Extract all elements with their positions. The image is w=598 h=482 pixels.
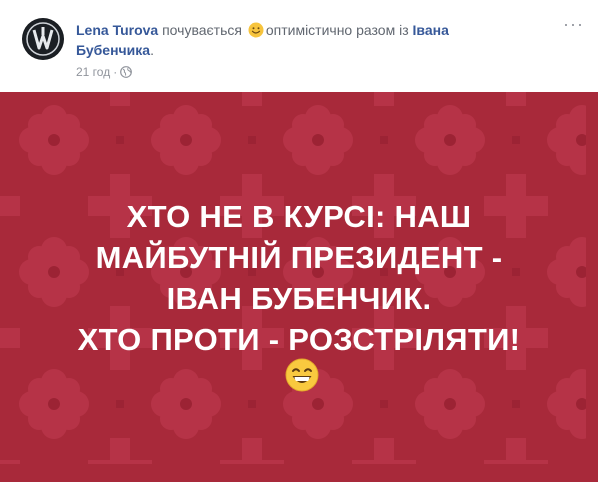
post-timestamp[interactable]: 21 год bbox=[76, 65, 110, 79]
post-options-button[interactable]: ··· bbox=[563, 15, 583, 36]
post-meta-line: Lena Turova почувається оптимістично раз… bbox=[76, 20, 546, 60]
more-options-icon: ··· bbox=[563, 14, 584, 34]
facebook-post: Lena Turova почувається оптимістично раз… bbox=[0, 0, 598, 482]
image-caption-text: ХТО НЕ В КУРСІ: НАШ МАЙБУТНІЙ ПРЕЗИДЕНТ … bbox=[0, 196, 598, 360]
tagged-person-line1: Івана bbox=[412, 22, 449, 38]
author-name-link[interactable]: Lena Turova bbox=[76, 22, 158, 38]
separator-dot: · bbox=[113, 65, 118, 79]
image-text-line-2: МАЙБУТНІЙ ПРЕЗИДЕНТ - bbox=[95, 240, 503, 275]
image-text-line-4: ХТО ПРОТИ - РОЗСТРІЛЯТИ! bbox=[77, 322, 521, 357]
feeling-text: почувається bbox=[162, 22, 242, 38]
tagged-suffix: . bbox=[150, 42, 154, 58]
author-avatar[interactable] bbox=[22, 18, 64, 60]
image-text-line-3: ІВАН БУБЕНЧИК. bbox=[166, 281, 432, 316]
slightly-smiling-face-icon bbox=[248, 22, 264, 38]
globe-icon[interactable] bbox=[120, 66, 133, 78]
image-text-line-1: ХТО НЕ В КУРСІ: НАШ bbox=[126, 199, 472, 234]
post-subline: 21 год · bbox=[76, 64, 133, 80]
feeling-word: оптимістично bbox=[265, 22, 353, 38]
with-text: разом із bbox=[356, 22, 409, 38]
post-image[interactable]: ХТО НЕ В КУРСІ: НАШ МАЙБУТНІЙ ПРЕЗИДЕНТ … bbox=[0, 92, 598, 482]
grinning-smiling-eyes-emoji-icon bbox=[285, 358, 319, 392]
avatar-emblem-icon bbox=[23, 19, 63, 59]
post-header: Lena Turova почувається оптимістично раз… bbox=[0, 0, 598, 92]
tagged-person-line2: Бубенчика bbox=[76, 42, 151, 58]
